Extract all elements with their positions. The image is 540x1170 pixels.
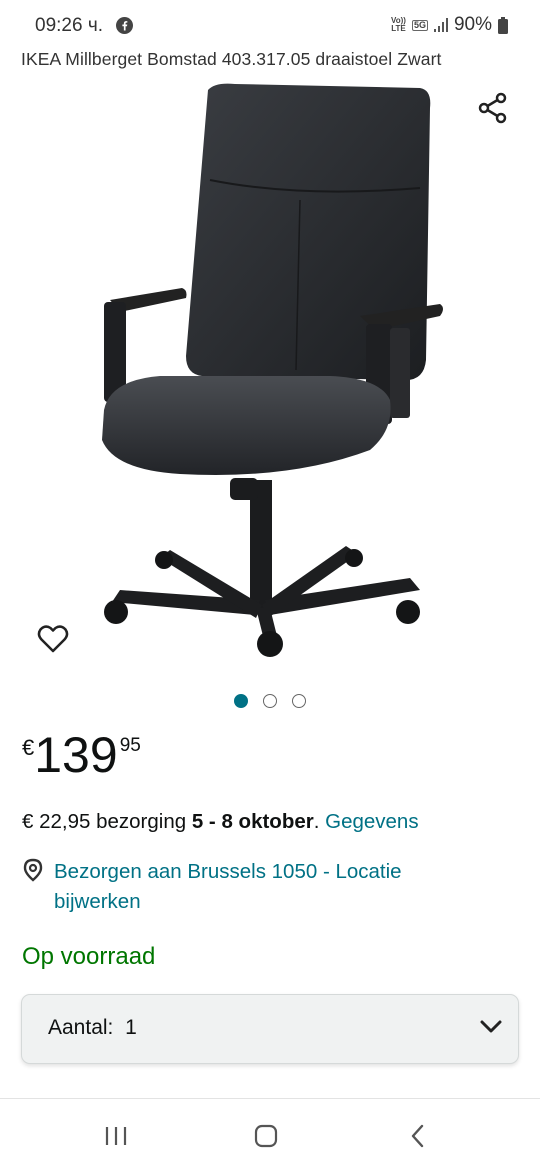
recent-apps-icon xyxy=(105,1127,127,1145)
product-image-gallery[interactable] xyxy=(0,76,540,676)
5g-icon: 5G xyxy=(411,19,428,31)
volte-icon: Vo)) LTE xyxy=(391,17,406,33)
signal-icon xyxy=(433,18,448,32)
delivery-details-link[interactable]: Gegevens xyxy=(325,810,418,833)
chevron-down-icon xyxy=(480,1020,502,1033)
wishlist-button[interactable] xyxy=(36,622,70,656)
delivery-dates: 5 - 8 oktober xyxy=(191,810,314,833)
delivery-location[interactable]: Bezorgen aan Brussels 1050 - Locatie bij… xyxy=(22,857,474,917)
location-link[interactable]: Bezorgen aan Brussels 1050 - Locatie bij… xyxy=(54,857,474,917)
gallery-pagination[interactable] xyxy=(234,694,306,708)
quantity-label-text: Aantal: xyxy=(48,1016,114,1039)
gallery-dot-2[interactable] xyxy=(263,694,277,708)
status-bar: 09:26 ч. Vo)) LTE 5G 90% xyxy=(0,0,540,44)
gallery-dot-3[interactable] xyxy=(292,694,306,708)
stock-status: Op voorraad xyxy=(22,943,156,970)
quantity-value: 1 xyxy=(125,1016,137,1039)
delivery-separator: . xyxy=(313,810,326,833)
status-time: 09:26 ч. xyxy=(35,15,104,36)
status-indicators: Vo)) LTE 5G 90% xyxy=(391,14,508,36)
price: € 139 95 xyxy=(22,727,141,783)
recent-apps-button[interactable] xyxy=(96,1118,136,1154)
delivery-info: € 22,95 bezorging 5 - 8 oktober. Gegeven… xyxy=(22,810,419,834)
product-title: IKEA Millberget Bomstad 403.317.05 draai… xyxy=(21,49,442,69)
nav-divider xyxy=(0,1098,540,1099)
price-whole: 139 xyxy=(34,727,118,783)
back-button[interactable] xyxy=(398,1118,438,1154)
quantity-label: Aantal: 1 xyxy=(48,1016,137,1040)
quantity-dropdown[interactable]: Aantal: 1 xyxy=(21,994,519,1064)
home-icon xyxy=(254,1124,278,1148)
system-nav-bar xyxy=(0,1100,540,1170)
share-icon xyxy=(478,92,507,124)
delivery-cost: € 22,95 bezorging xyxy=(22,810,192,833)
battery-percent: 90% xyxy=(453,14,492,35)
facebook-icon xyxy=(116,17,133,34)
location-pin-icon xyxy=(23,858,43,882)
share-button[interactable] xyxy=(476,90,510,126)
back-icon xyxy=(411,1124,424,1148)
gallery-dot-1[interactable] xyxy=(234,694,248,708)
price-currency: € xyxy=(22,735,35,760)
heart-icon xyxy=(37,625,69,653)
battery-icon xyxy=(498,16,508,34)
price-fraction: 95 xyxy=(119,735,141,756)
home-button[interactable] xyxy=(246,1118,286,1154)
volte-label-bottom: LTE xyxy=(391,24,406,33)
office-chair-image[interactable] xyxy=(90,80,450,670)
